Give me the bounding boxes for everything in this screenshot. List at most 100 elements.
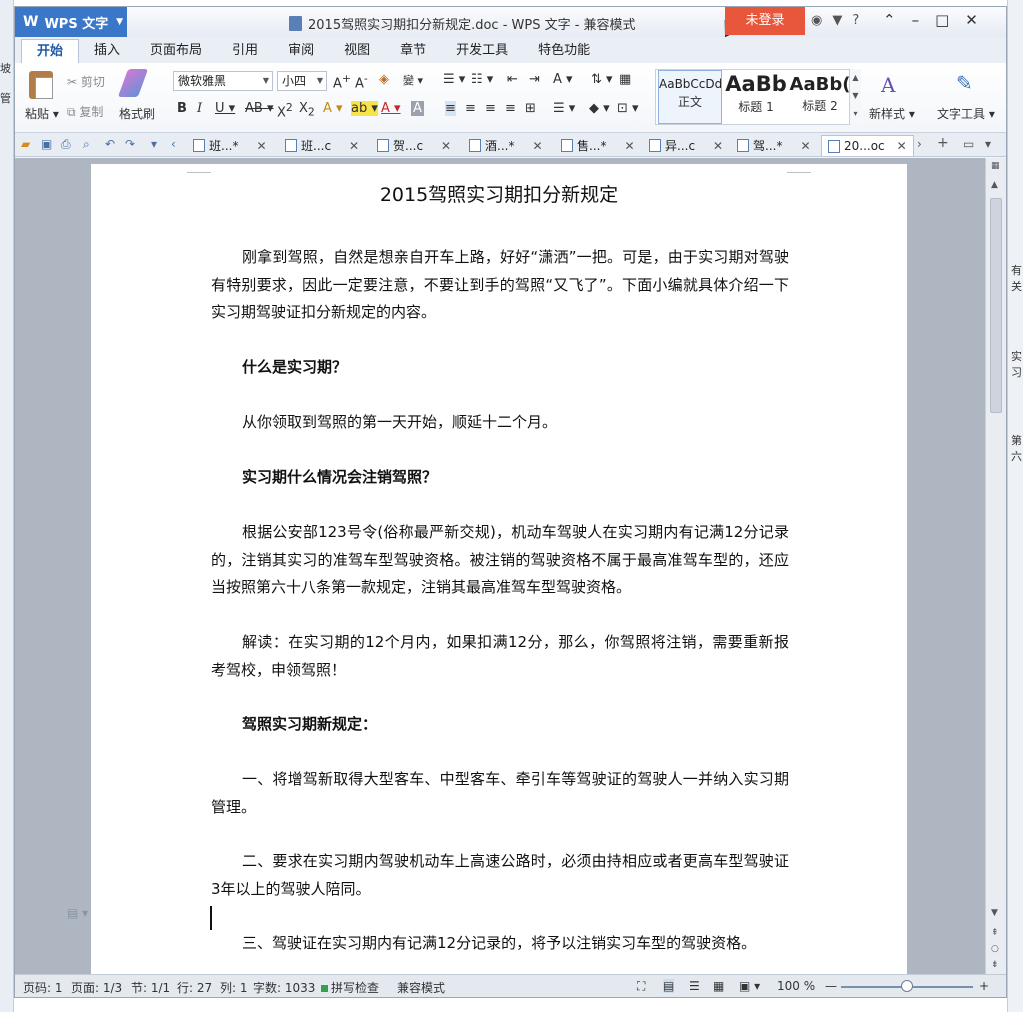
distributed-icon[interactable]: ⊞ — [525, 101, 536, 116]
tab-references[interactable]: 引用 — [217, 39, 273, 63]
style-normal[interactable]: AaBbCcDd 正文 — [658, 70, 722, 124]
paragraph[interactable]: 解读：在实习期的12个月内，如果扣满12分，那么，你驾照将注销，需要重新报考驾校… — [211, 629, 789, 684]
page-view-icon[interactable]: ▤ — [663, 979, 675, 993]
align-right-icon[interactable]: ≡ — [485, 101, 496, 116]
status-row[interactable]: 行: 27 — [177, 979, 212, 996]
close-icon[interactable]: ✕ — [713, 139, 723, 153]
close-icon[interactable]: ✕ — [441, 139, 451, 153]
document-map-icon[interactable]: ▤ ▾ — [67, 906, 88, 920]
tabs-scroll-right-icon[interactable]: › — [917, 137, 922, 151]
status-section[interactable]: 节: 1/1 — [131, 979, 170, 996]
doc-tab[interactable]: 贺...c ✕ — [377, 135, 451, 156]
phonetic-guide-icon[interactable]: 變 ▾ — [403, 72, 423, 88]
borders-icon[interactable]: ⊡ ▾ — [617, 101, 639, 116]
underline-icon[interactable]: U ▾ — [215, 101, 235, 116]
close-button[interactable]: ✕ — [965, 11, 978, 29]
tab-features[interactable]: 特色功能 — [523, 39, 605, 63]
justify-icon[interactable]: ≡ — [505, 101, 516, 116]
bullet-list-icon[interactable]: ☰ ▾ — [443, 72, 465, 87]
new-style-button[interactable]: 新样式 ▾ — [869, 105, 915, 122]
save-icon[interactable]: ▣ — [41, 137, 52, 151]
previous-page-icon[interactable]: ⇞ — [991, 928, 999, 938]
zoom-out-icon[interactable]: — — [825, 979, 837, 993]
table-icon[interactable]: ▦ — [619, 72, 631, 87]
outline-view-icon[interactable]: ☰ — [689, 979, 700, 993]
skin-icon[interactable]: ◉ — [811, 13, 822, 28]
paragraph[interactable]: 从你领取到驾照的第一天开始，顺延十二个月。 — [211, 409, 789, 437]
tab-developer[interactable]: 开发工具 — [441, 39, 523, 63]
status-word-count[interactable]: 字数: 1033 — [253, 979, 315, 996]
shirt-icon[interactable]: ▼ — [832, 13, 842, 28]
text-tools-button[interactable]: 文字工具 ▾ — [937, 105, 995, 122]
doc-tab[interactable]: 酒...* ✕ — [469, 135, 543, 156]
paragraph[interactable]: 二、要求在实习期内驾驶机动车上高速公路时，必须由持相应或者更高车型驾驶证3年以上… — [211, 848, 789, 903]
login-button[interactable]: 未登录 — [725, 7, 805, 35]
copy-button[interactable]: ⧉ 复制 — [67, 103, 103, 120]
select-browse-object-icon[interactable]: ○ — [991, 944, 999, 954]
close-icon[interactable]: ✕ — [800, 139, 810, 153]
font-size-select[interactable]: 小四 ▼ — [277, 71, 327, 91]
subscript-icon[interactable]: X2 — [299, 101, 315, 119]
status-col[interactable]: 列: 1 — [220, 979, 248, 996]
vertical-scrollbar[interactable]: ▦ ▲ ▼ ⇞ ○ ⇟ — [985, 158, 1006, 974]
close-icon[interactable]: ✕ — [349, 139, 359, 153]
close-icon[interactable]: ✕ — [256, 139, 266, 153]
print-preview-icon[interactable]: ⌕ — [83, 137, 90, 152]
scroll-thumb[interactable] — [990, 198, 1002, 413]
close-icon[interactable]: ✕ — [624, 139, 634, 153]
doc-tab[interactable]: 售...* ✕ — [561, 135, 635, 156]
customize-icon[interactable]: ▾ — [151, 137, 157, 151]
maximize-button[interactable]: □ — [935, 11, 949, 29]
help-button[interactable]: ? — [852, 13, 859, 28]
document-title[interactable]: 2015驾照实习期扣分新规定 — [91, 180, 907, 207]
style-heading-1[interactable]: AaBb 标题 1 — [724, 70, 788, 124]
status-pages[interactable]: 页面: 1/3 — [71, 979, 122, 996]
status-page-code[interactable]: 页码: 1 — [23, 979, 63, 996]
zoom-level[interactable]: 100 % — [777, 979, 815, 993]
heading-paragraph[interactable]: 驾照实习期新规定： — [211, 711, 789, 739]
doc-tab[interactable]: 异...c ✕ — [649, 135, 723, 156]
bold-icon[interactable]: B — [177, 101, 187, 116]
tab-menu-icon[interactable]: ▾ — [985, 137, 991, 151]
heading-paragraph[interactable]: 什么是实习期？ — [211, 354, 789, 382]
font-name-select[interactable]: 微软雅黑 ▼ — [173, 71, 273, 91]
tab-list-icon[interactable]: ▭ — [963, 137, 974, 151]
tab-insert[interactable]: 插入 — [79, 39, 135, 63]
paragraph[interactable]: 根据公安部123号令(俗称最严新交规)，机动车驾驶人在实习期内有记满12分记录的… — [211, 519, 789, 602]
spell-check-toggle[interactable]: 拼写检查 — [321, 979, 379, 996]
font-color-icon[interactable]: A ▾ — [381, 101, 401, 116]
zoom-slider-handle[interactable] — [901, 980, 913, 992]
web-view-icon[interactable]: ▦ — [713, 979, 724, 993]
document-canvas[interactable]: 2015驾照实习期扣分新规定 刚拿到驾照，自然是想亲自开车上路，好好“潇洒”一把… — [15, 158, 985, 974]
heading-paragraph[interactable]: 实习期什么情况会注销驾照？ — [211, 464, 789, 492]
superscript-icon[interactable]: X2 — [277, 101, 293, 120]
shrink-font-icon[interactable]: A- — [355, 72, 368, 91]
paragraph[interactable]: 三、驾驶证在实习期内有记满12分记录的，将予以注销实习车型的驾驶资格。 — [211, 930, 789, 958]
paragraph[interactable]: 刚拿到驾照，自然是想亲自开车上路，好好“潇洒”一把。可是，由于实习期对驾驶有特别… — [211, 244, 789, 327]
print-icon[interactable]: ⎙ — [61, 137, 71, 152]
numbered-list-icon[interactable]: ☷ ▾ — [471, 72, 493, 87]
tab-section[interactable]: 章节 — [385, 39, 441, 63]
scroll-up-icon[interactable]: ▲ — [991, 180, 998, 190]
fullscreen-icon[interactable]: ⛶ — [637, 979, 645, 994]
highlight-icon[interactable]: ab ▾ — [351, 101, 378, 116]
redo-icon[interactable]: ↷ — [125, 137, 135, 151]
style-gallery-scroll[interactable]: ▲ ▼ ▾ — [849, 69, 861, 125]
doc-tab[interactable]: 驾...* ✕ — [737, 135, 811, 156]
wps-app-menu-button[interactable]: W WPS 文字 ▼ — [15, 7, 127, 37]
format-painter-button[interactable]: 格式刷 — [119, 105, 155, 122]
zoom-in-icon[interactable]: + — [979, 979, 989, 993]
paste-icon[interactable] — [29, 71, 53, 99]
doc-tab[interactable]: 班...* ✕ — [193, 135, 267, 156]
paste-button[interactable]: 粘贴 ▾ — [25, 105, 59, 122]
style-heading-2[interactable]: AaBb( 标题 2 — [788, 70, 852, 124]
undo-icon[interactable]: ↶ — [105, 137, 115, 151]
sort-icon[interactable]: ⇅ ▾ — [591, 72, 613, 87]
split-view-icon[interactable]: ▦ — [991, 161, 1000, 171]
char-shading-icon[interactable]: A — [411, 101, 424, 116]
tabs-scroll-left-icon[interactable]: ‹ — [171, 137, 176, 151]
clear-format-icon[interactable]: ◈ — [379, 72, 389, 87]
format-painter-icon[interactable] — [117, 69, 149, 97]
doc-tab[interactable]: 班...c ✕ — [285, 135, 359, 156]
document-page[interactable]: 2015驾照实习期扣分新规定 刚拿到驾照，自然是想亲自开车上路，好好“潇洒”一把… — [91, 164, 907, 974]
